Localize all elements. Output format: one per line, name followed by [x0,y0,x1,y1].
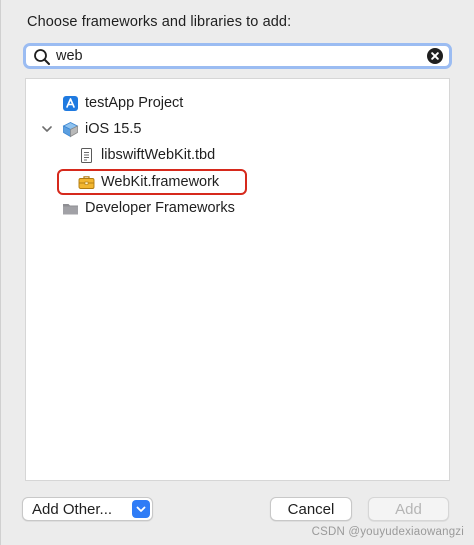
chevron-down-icon[interactable] [41,123,53,135]
add-other-label: Add Other... [32,500,113,518]
cancel-button[interactable]: Cancel [270,497,352,521]
highlight-annotation-box [57,169,247,195]
tree-item-libswiftwebkit-tbd[interactable]: libswiftWebKit.tbd [78,144,215,166]
search-input[interactable] [56,46,416,66]
document-icon [78,147,95,164]
tree-item-label: testApp Project [85,95,184,111]
tree-item-developer-frameworks[interactable]: Developer Frameworks [62,197,235,219]
add-frameworks-dialog: Choose frameworks and libraries to add: … [0,0,474,545]
frameworks-tree[interactable]: testApp Project iOS 15.5 libswiftWebKit.… [25,78,450,481]
search-field[interactable] [23,43,452,69]
tree-item-label: iOS 15.5 [85,121,142,137]
folder-icon [62,200,79,217]
clear-search-icon[interactable] [427,48,443,64]
sdk-icon [62,121,79,138]
chevron-down-icon[interactable] [132,500,150,518]
tree-item-ios-sdk[interactable]: iOS 15.5 [62,118,141,140]
watermark-text: CSDN @youyudexiaowangzi [311,526,464,538]
tree-item-label: Developer Frameworks [85,200,235,216]
dialog-prompt: Choose frameworks and libraries to add: [27,14,292,30]
tree-item-testapp-project[interactable]: testApp Project [62,92,183,114]
add-button[interactable]: Add [368,497,449,521]
search-icon [34,49,50,65]
add-other-button[interactable]: Add Other... [22,497,153,521]
tree-item-label: libswiftWebKit.tbd [101,147,216,163]
xcode-project-icon [62,95,79,112]
